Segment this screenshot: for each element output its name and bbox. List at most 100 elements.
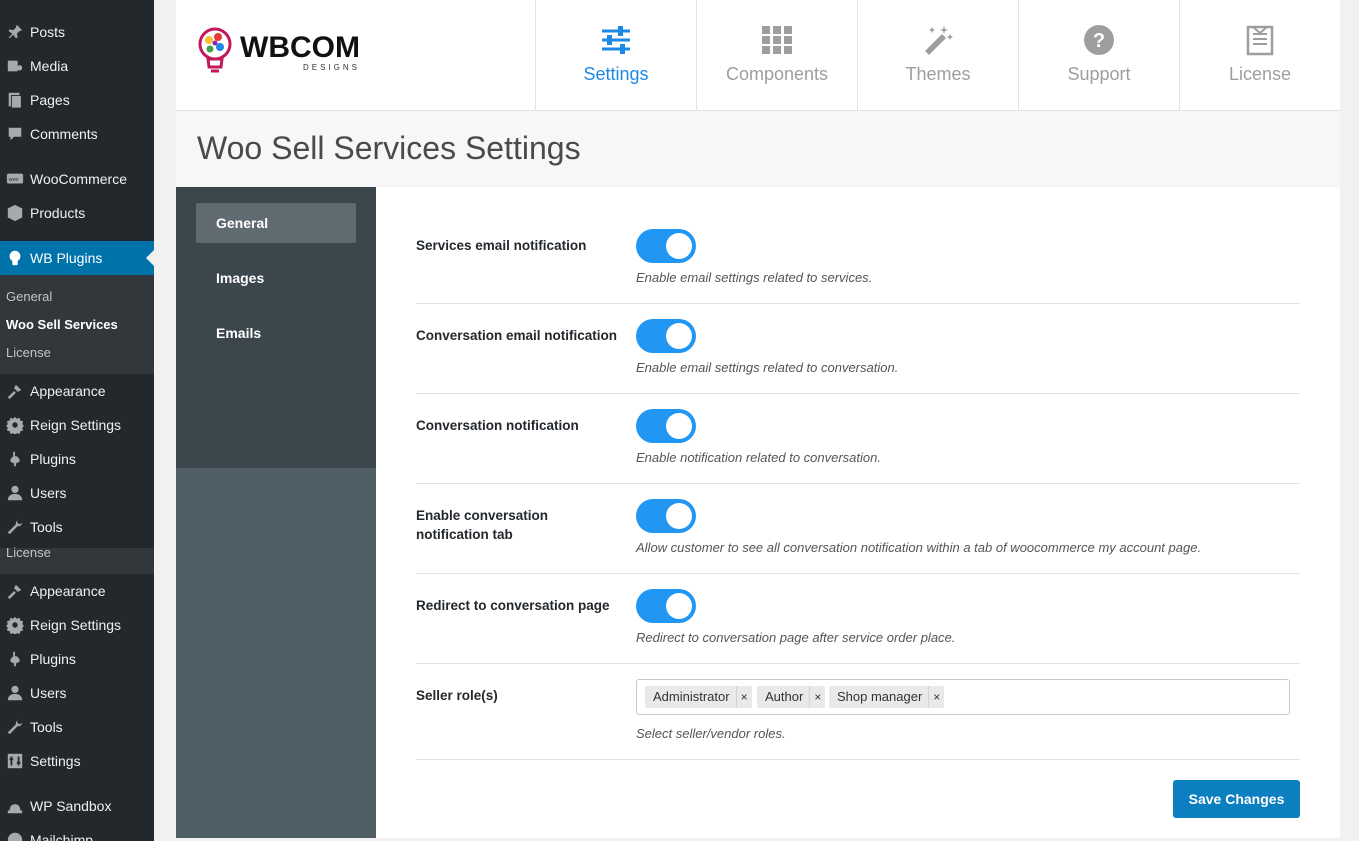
chip-label: Shop manager [829,686,930,708]
setting-row-redirect: Redirect to conversation page Redirect t… [416,573,1300,664]
submenu-item-woo-sell-services[interactable]: Woo Sell Services [6,317,118,332]
menu-item-settings[interactable]: Settings [0,744,154,778]
menu-item-pages[interactable]: Pages [0,83,154,117]
settings-tab-label: General [216,215,269,231]
pages-icon [0,91,30,109]
remove-chip-icon[interactable]: × [737,686,752,708]
setting-label: Conversation email notification [416,328,618,343]
users-icon [0,684,30,702]
gear-icon [0,416,30,434]
plugins-icon [0,450,30,468]
logo-subtitle: DESIGNS [302,62,360,72]
ghost-submenu-license[interactable]: License [6,545,51,560]
menu-item-media[interactable]: Media [0,49,154,83]
setting-description: Enable email settings related to convers… [636,360,899,375]
conversation-email-toggle[interactable] [636,319,696,353]
settings-tab-emails[interactable]: Emails [196,313,356,353]
toggle-knob [666,593,692,619]
tab-label: License [1228,64,1292,84]
menu-item-posts[interactable]: Posts [0,15,154,49]
menu-item-reign-settings[interactable]: Reign Settings [0,408,154,442]
menu-item-plugins[interactable]: Plugins [0,442,154,476]
menu-item-label: Media [30,58,69,74]
pin-icon [0,23,30,41]
menu-item-users[interactable]: Users [0,676,154,710]
settings-tab-images[interactable]: Images [196,258,356,298]
setting-label: Seller role(s) [416,688,498,703]
toggle-knob [666,503,692,529]
notification-tab-toggle[interactable] [636,499,696,533]
admin-sidebar: Posts Media Pages Comments woo WooCommer… [0,0,154,841]
tab-themes[interactable]: Themes [857,0,1018,110]
tab-label: Themes [905,64,971,84]
menu-item-label: Pages [30,92,70,108]
save-changes-button[interactable]: Save Changes [1173,780,1300,818]
role-chip-administrator: Administrator × [645,686,752,708]
users-icon [0,484,30,502]
tab-settings[interactable]: Settings [535,0,696,110]
role-chip-shop-manager: Shop manager × [829,686,945,708]
conversation-notification-toggle[interactable] [636,409,696,443]
products-icon [0,204,30,222]
comments-icon [0,125,30,143]
menu-item-appearance[interactable]: Appearance [0,574,154,608]
menu-item-wb-plugins[interactable]: WB Plugins [0,241,154,275]
appearance-icon [0,582,30,600]
appearance-icon [0,382,30,400]
services-email-toggle[interactable] [636,229,696,263]
menu-item-label: Reign Settings [30,417,122,433]
menu-item-woocommerce[interactable]: woo WooCommerce [0,162,154,196]
remove-chip-icon[interactable]: × [810,686,825,708]
setting-label: Services email notification [416,238,587,253]
logo-wordmark: WBCOM [240,30,360,64]
redirect-toggle[interactable] [636,589,696,623]
tab-label: Settings [583,64,649,84]
remove-chip-icon[interactable]: × [929,686,944,708]
settings-tab-general[interactable]: General [196,203,356,243]
settings-subnav: General Images Emails [176,187,376,838]
menu-item-label: Mailchimp [30,832,94,841]
magic-wand-icon [922,24,954,56]
setting-label: Enable conversation notification tab [416,508,549,542]
menu-item-label: WooCommerce [30,171,127,187]
setting-row-seller-roles: Seller role(s) Administrator × Author × … [416,663,1300,760]
plugins-icon [0,650,30,668]
submenu-item-general[interactable]: General [6,289,52,304]
setting-label: Redirect to conversation page [416,598,610,613]
tab-components[interactable]: Components [696,0,857,110]
seller-roles-select[interactable]: Administrator × Author × Shop manager × [636,679,1290,715]
settings-tab-label: Emails [216,325,262,341]
settings-tab-label: Images [216,270,265,286]
sliders-icon [600,24,632,56]
menu-item-appearance[interactable]: Appearance [0,374,154,408]
tab-support[interactable]: ? Support [1018,0,1179,110]
menu-item-products[interactable]: Products [0,196,154,230]
menu-item-label: Plugins [30,451,76,467]
menu-item-comments[interactable]: Comments [0,117,154,151]
woocommerce-icon: woo [0,170,30,188]
menu-item-label: Appearance [30,583,106,599]
toggle-knob [666,233,692,259]
menu-item-tools[interactable]: Tools [0,710,154,744]
submenu-item-license[interactable]: License [6,345,51,360]
tab-license[interactable]: License [1179,0,1340,110]
settings-panel: Services email notification Enable email… [376,187,1340,838]
gear-icon [0,616,30,634]
menu-item-plugins[interactable]: Plugins [0,642,154,676]
menu-item-users[interactable]: Users [0,476,154,510]
menu-item-label: Plugins [30,651,76,667]
menu-item-label: Users [30,685,67,701]
menu-item-label: Posts [30,24,66,40]
menu-item-label: Appearance [30,383,106,399]
toggle-knob [666,323,692,349]
title-bar: Woo Sell Services Settings [176,111,1340,186]
menu-item-mailchimp[interactable]: Mailchimp [0,823,154,841]
menu-item-label: Reign Settings [30,617,122,633]
menu-item-reign-settings[interactable]: Reign Settings [0,608,154,642]
question-icon: ? [1083,24,1115,56]
menu-item-wp-sandbox[interactable]: WP Sandbox [0,789,154,823]
media-icon [0,57,30,75]
lightbulb-logo-icon [198,27,232,73]
page-title: Woo Sell Services Settings [197,130,581,166]
menu-item-tools[interactable]: Tools [0,510,154,544]
